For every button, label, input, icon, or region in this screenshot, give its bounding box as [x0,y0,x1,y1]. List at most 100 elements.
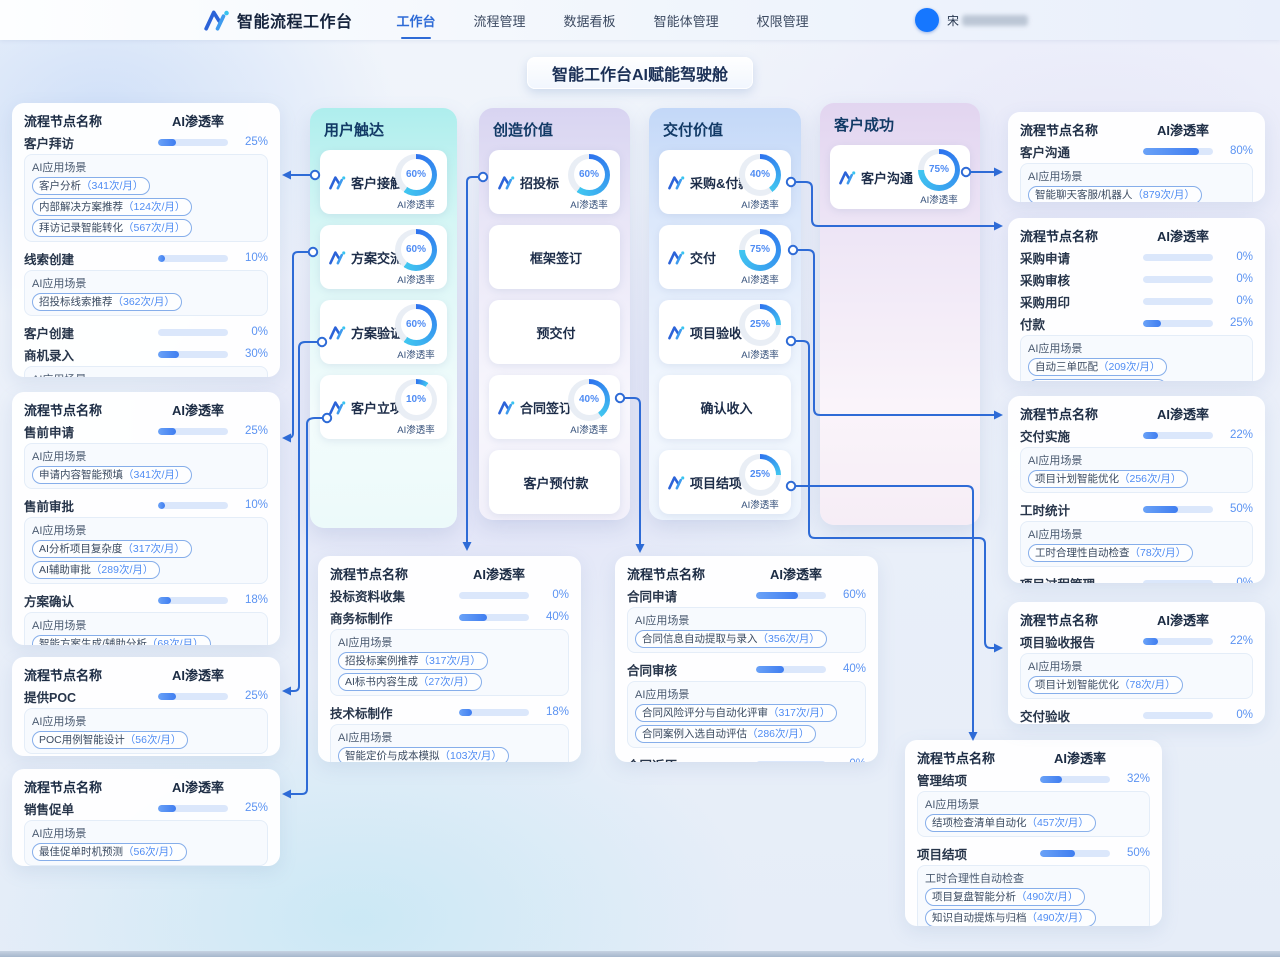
scenario-tag[interactable]: 项目计划智能优化（256次/月） [1028,470,1188,488]
scenario-tag[interactable]: 最佳促单时机预测（56次/月） [32,843,187,861]
gauge-ring: 60% [395,154,437,196]
scenario-tag-count: （256次/月） [1119,473,1181,485]
stage-card[interactable]: 框架签订 [489,225,620,289]
scenario-tag[interactable]: 项目计划智能优化（78次/月） [1028,676,1183,694]
nav-item-4[interactable]: 智能体管理 [652,0,721,41]
scenario-tag[interactable]: 自动三单匹配（209次/月） [1028,358,1167,376]
penetration-bar [1040,776,1110,783]
scenario-tag[interactable]: 招投标线索推荐（362次/月） [32,293,182,311]
stage-card[interactable]: 招投标60%AI渗透率 [489,150,620,214]
process-node-row: 售前申请25% [24,420,268,442]
scenario-tag[interactable]: AI标书内容生成（27次/月） [338,673,482,691]
panel-acceptance: 流程节点名称AI渗透率项目验收报告22%AI应用场景项目计划智能优化（78次/月… [1008,602,1265,724]
stage-card[interactable]: 采购&付款40%AI渗透率 [659,150,791,214]
scenario-tag[interactable]: 付款风险审核（368次/月） [1028,379,1167,381]
nav-item-3[interactable]: 数据看板 [562,0,618,41]
stage-card[interactable]: 交付75%AI渗透率 [659,225,791,289]
scenario-tag-label: 合同案例入选自动评估 [642,728,747,740]
scenario-tag[interactable]: 合同案例入选自动评估（286次/月） [635,725,816,743]
scenario-tag[interactable]: 智能聊天客服/机器人（879次/月） [1028,186,1202,202]
scenario-tag[interactable]: 申请内容智能预填（341次/月） [32,466,192,484]
stage-card[interactable]: 客户沟通75%AI渗透率 [830,145,970,209]
scenario-tag[interactable]: 合同信息自动提取与录入（356次/月） [635,630,827,648]
gauge-label: AI渗透率 [570,197,607,211]
scenario-tag[interactable]: AI分析项目复杂度（317次/月） [32,540,192,558]
gauge-value: 60% [401,234,432,265]
process-node-name: 项目过程管理 [1020,574,1143,584]
scenario-tag[interactable]: 客户分析（341次/月） [32,177,150,195]
penetration-bar [1143,580,1213,584]
stage-card[interactable]: 预交付 [489,300,620,364]
scenario-tag[interactable]: 招投标案例推荐（317次/月） [338,652,488,670]
nav-item-2[interactable]: 流程管理 [472,0,528,41]
stage-card[interactable]: 方案验证60%AI渗透率 [320,300,447,364]
scenario-tag-count: （341次/月） [81,180,143,192]
stage-card[interactable]: 确认收入 [659,375,791,439]
gauge-value: 75% [745,234,776,265]
process-node-row: 交付实施22% [1020,424,1253,446]
penetration-bar [756,592,826,599]
scenario-tag[interactable]: 知识自动提炼与归档（490次/月） [925,909,1096,926]
gauge-label: AI渗透率 [570,422,607,436]
nav-item-1[interactable]: 工作台 [395,0,438,41]
scenario-tags: 结项检查清单自动化（457次/月） [925,814,1142,832]
stage-column-create-value: 创造价值招投标60%AI渗透率框架签订预交付合同签订40%AI渗透率客户预付款 [479,108,630,520]
scenario-tag[interactable]: AI辅助审批（289次/月） [32,561,160,579]
scenario-box: AI应用场景智能方案生成/辅助分析（68次/月） [24,612,268,645]
stage-card[interactable]: 合同签订40%AI渗透率 [489,375,620,439]
scenario-tag[interactable]: 智能定价与成本模拟（103次/月） [338,747,509,762]
scenario-tags: 合同信息自动提取与录入（356次/月） [635,630,858,648]
gauge-value: 75% [924,154,955,185]
column-header-node-name: 流程节点名称 [917,748,995,767]
scenario-tag[interactable]: POC用例智能设计（56次/月） [32,731,188,749]
column-header-node-name: 流程节点名称 [1020,120,1098,139]
scenario-tag-label: POC用例智能设计 [39,734,125,746]
nav-item-5[interactable]: 权限管理 [755,0,811,41]
scenario-tag[interactable]: 智能方案生成/辅助分析（68次/月） [32,635,211,645]
process-node-row: 采购申请0% [1020,246,1253,268]
stage-card[interactable]: 客户接触60%AI渗透率 [320,150,447,214]
panel-bidding: 流程节点名称AI渗透率投标资料收集0%商务标制作40%AI应用场景招投标案例推荐… [318,556,581,762]
penetration-value: 25% [228,802,268,814]
scenario-box-label: 工时合理性自动检查 [925,870,1142,886]
scenario-tag[interactable]: 工时合理性自动检查（78次/月） [1028,544,1193,562]
stage-card-left: 项目验收 [668,323,735,342]
scenario-tag[interactable]: 结项检查清单自动化（457次/月） [925,814,1096,832]
process-node-name: 合同返原 [627,755,756,763]
scenario-tag-label: 内部解决方案推荐 [39,201,123,213]
stage-card-left: 交付 [668,248,716,267]
avatar[interactable] [915,8,939,32]
penetration-value: 0% [1213,273,1253,285]
penetration-gauge: 60%AI渗透率 [391,229,441,286]
gauge-ring: 75% [739,229,781,271]
scenario-tag[interactable]: 拜访记录智能转化（567次/月） [32,219,192,237]
scenario-tags: 智能定价与成本模拟（103次/月） [338,747,561,762]
scenario-tags: 自动三单匹配（209次/月） 付款风险审核（368次/月） [1028,358,1245,381]
scenario-box: 工时合理性自动检查项目复盘智能分析（490次/月） 知识自动提炼与归档（490次/… [917,865,1150,926]
stage-card[interactable]: 客户预付款 [489,450,620,514]
scenario-tag-label: AI标书内容生成 [345,676,418,688]
stage-card[interactable]: 客户立项10%AI渗透率 [320,375,447,439]
scenario-tag[interactable]: 合同风险评分与自动化评审（317次/月） [635,704,837,722]
process-node-row: 客户沟通80% [1020,140,1253,162]
scenario-tags: 项目计划智能优化（256次/月） [1028,470,1245,488]
column-header-ai-rate: AI渗透率 [473,564,525,583]
scenario-tag-label: 项目计划智能优化 [1035,473,1119,485]
user-box[interactable]: 宋 [915,8,1028,32]
scenario-tags: 工时合理性自动检查（78次/月） [1028,544,1245,562]
scenario-box: AI应用场景最佳促单时机预测（56次/月） [24,820,268,866]
stage-card[interactable]: 方案交流60%AI渗透率 [320,225,447,289]
process-node-row: 线索创建10% [24,247,268,269]
scenario-box: AI应用场景申请内容智能预填（341次/月） [24,443,268,489]
penetration-bar-fill [1143,320,1161,327]
penetration-value: 50% [1110,847,1150,859]
scenario-tag[interactable]: 内部解决方案推荐（124次/月） [32,198,192,216]
main-nav: 工作台流程管理数据看板智能体管理权限管理 [395,0,811,41]
stage-card[interactable]: 项目结项25%AI渗透率 [659,450,791,514]
penetration-bar [158,805,228,812]
user-name-visible: 宋 [947,12,959,29]
stage-card-name: 招投标 [520,173,559,192]
stage-card[interactable]: 项目验收25%AI渗透率 [659,300,791,364]
ai-logo-icon [329,250,346,265]
scenario-tag[interactable]: 项目复盘智能分析（490次/月） [925,888,1085,906]
